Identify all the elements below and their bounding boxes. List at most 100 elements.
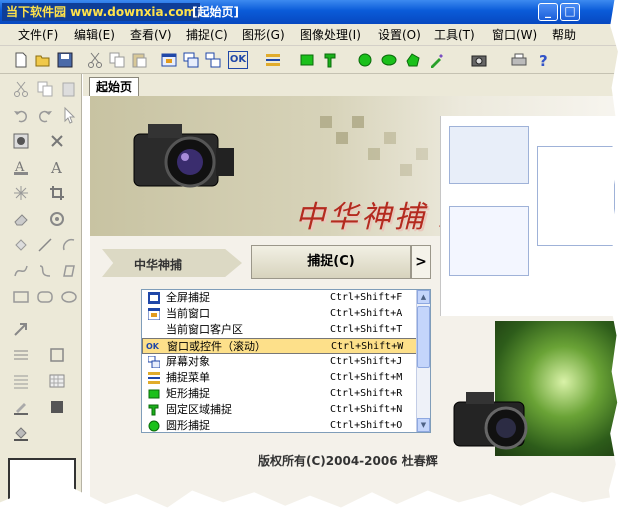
camera-icon[interactable]	[470, 51, 488, 69]
list-item[interactable]: 固定区域捕捉 Ctrl+Shift+N	[142, 402, 418, 418]
rectangle-tool-icon[interactable]	[12, 288, 30, 306]
list-item[interactable]: 矩形捕捉 Ctrl+Shift+R	[142, 386, 418, 402]
ellipse-tool-icon[interactable]	[60, 288, 78, 306]
capture-object-icon[interactable]	[182, 51, 200, 69]
capture-mode-list[interactable]: 全屏捕捉 Ctrl+Shift+F 当前窗口 Ctrl+Shift+A 当前窗口…	[141, 289, 431, 433]
border-icon[interactable]	[48, 346, 66, 364]
paint-bucket-icon[interactable]	[12, 424, 30, 442]
camera-image	[453, 392, 528, 450]
decor-tile	[336, 132, 348, 144]
menu-help[interactable]: 帮助	[552, 27, 576, 43]
cut-icon[interactable]	[86, 51, 104, 69]
tab-start-page[interactable]: 起始页	[89, 77, 140, 96]
capture-region-icon[interactable]	[264, 51, 282, 69]
crop-icon[interactable]	[48, 184, 66, 202]
capture-menu-icon[interactable]	[204, 51, 222, 69]
list-item-selected[interactable]: OK 窗口或控件（滚动） Ctrl+Shift+W	[142, 338, 418, 354]
menu-edit[interactable]: 编辑(E)	[74, 27, 115, 43]
main-toolbar: OK ?	[0, 46, 620, 74]
menu-file[interactable]: 文件(F)	[18, 27, 58, 43]
text-icon[interactable]: A	[48, 158, 66, 176]
open-icon[interactable]	[34, 51, 52, 69]
list-item[interactable]: 当前窗口客户区 Ctrl+Shift+T	[142, 322, 418, 338]
list-item[interactable]: 当前窗口 Ctrl+Shift+A	[142, 306, 418, 322]
list-item-label: 固定区域捕捉	[166, 403, 232, 416]
menu-settings[interactable]: 设置(O)	[378, 27, 421, 43]
list-item[interactable]: 屏幕对象 Ctrl+Shift+J	[142, 354, 418, 370]
list-item-label: 圆形捕捉	[166, 419, 210, 432]
window-title: [起始页]	[192, 5, 239, 19]
list-item-shortcut: Ctrl+Shift+R	[330, 388, 403, 399]
curve-icon[interactable]	[12, 262, 30, 280]
closed-curve-icon[interactable]	[60, 262, 78, 280]
fill-icon[interactable]	[12, 236, 30, 254]
polygon-icon[interactable]	[404, 51, 422, 69]
capture-control-icon[interactable]: OK	[228, 51, 248, 69]
list-item-label: 矩形捕捉	[166, 387, 210, 400]
menu-graphics[interactable]: 图形(G)	[242, 27, 285, 43]
arc-icon[interactable]	[60, 236, 78, 254]
new-icon[interactable]	[12, 51, 30, 69]
capture-window-icon[interactable]	[160, 51, 178, 69]
rotate-icon[interactable]	[48, 210, 66, 228]
shape-select-icon[interactable]	[12, 132, 30, 150]
paste-icon[interactable]	[60, 80, 78, 98]
tab-bar: 起始页	[83, 74, 620, 96]
undo-icon[interactable]	[12, 106, 30, 124]
capture-button[interactable]: 捕捉(C)	[251, 245, 411, 279]
menu-image-processing[interactable]: 图像处理(I)	[300, 27, 361, 43]
menu-window[interactable]: 窗口(W)	[492, 27, 537, 43]
capture-section-label: 中华神捕	[134, 258, 183, 272]
pen-color-icon[interactable]	[12, 398, 30, 416]
circle-icon	[148, 420, 160, 432]
minimize-button[interactable]: _	[538, 3, 558, 21]
pointer-icon[interactable]	[60, 106, 78, 124]
list-item-shortcut: Ctrl+Shift+M	[330, 372, 403, 383]
line-icon[interactable]	[36, 236, 54, 254]
eraser-icon[interactable]	[12, 210, 30, 228]
text-color-icon[interactable]: A	[12, 158, 30, 176]
list-item-label: 捕捉菜单	[166, 371, 210, 384]
window-icon	[148, 308, 160, 320]
help-icon[interactable]: ?	[534, 51, 552, 69]
capture-dropdown-button[interactable]: >	[411, 245, 431, 279]
line-width-icon[interactable]	[12, 346, 30, 364]
color-picker-icon[interactable]	[428, 51, 446, 69]
list-scrollbar[interactable]: ▲ ▼	[416, 290, 430, 432]
rounded-rect-icon[interactable]	[36, 288, 54, 306]
copy-icon[interactable]	[36, 80, 54, 98]
list-item-label: 当前窗口客户区	[166, 323, 243, 336]
list-item[interactable]: 捕捉菜单 Ctrl+Shift+M	[142, 370, 418, 386]
sparkle-icon[interactable]	[12, 184, 30, 202]
ellipse-icon[interactable]	[356, 51, 374, 69]
scroll-up-button[interactable]: ▲	[417, 290, 430, 304]
title-bar[interactable]: 当下软件园 www.downxia.com [起始页] _ □	[0, 0, 620, 24]
arrow-icon[interactable]	[12, 320, 30, 338]
start-page: 中华神捕 2.0 中华神捕 捕捉(C) > 全屏捕捉 Ctrl+Shift+F	[90, 96, 620, 516]
menu-tools[interactable]: 工具(T)	[434, 27, 475, 43]
cut-icon[interactable]	[12, 80, 30, 98]
scroll-thumb[interactable]	[417, 306, 430, 368]
redo-icon[interactable]	[36, 106, 54, 124]
fill-color-icon[interactable]	[48, 398, 66, 416]
copy-icon[interactable]	[108, 51, 126, 69]
list-item-shortcut: Ctrl+Shift+J	[330, 356, 403, 367]
menu-capture[interactable]: 捕捉(C)	[186, 27, 228, 43]
rectangle-icon[interactable]	[298, 51, 316, 69]
menu-icon	[148, 372, 160, 384]
fixed-region-icon[interactable]	[322, 51, 340, 69]
list-item[interactable]: 圆形捕捉 Ctrl+Shift+O	[142, 418, 418, 432]
list-item[interactable]: 全屏捕捉 Ctrl+Shift+F	[142, 290, 418, 306]
freeform-icon[interactable]	[36, 262, 54, 280]
save-icon[interactable]	[56, 51, 74, 69]
menu-view[interactable]: 查看(V)	[130, 27, 172, 43]
svg-text:?: ?	[539, 52, 548, 69]
pattern-icon[interactable]	[48, 372, 66, 390]
maximize-button[interactable]: □	[560, 3, 580, 21]
print-icon[interactable]	[510, 51, 528, 69]
round-icon[interactable]	[380, 51, 398, 69]
paste-icon[interactable]	[130, 51, 148, 69]
scroll-down-button[interactable]: ▼	[417, 418, 430, 432]
close-icon[interactable]	[48, 132, 66, 150]
line-style-icon[interactable]	[12, 372, 30, 390]
